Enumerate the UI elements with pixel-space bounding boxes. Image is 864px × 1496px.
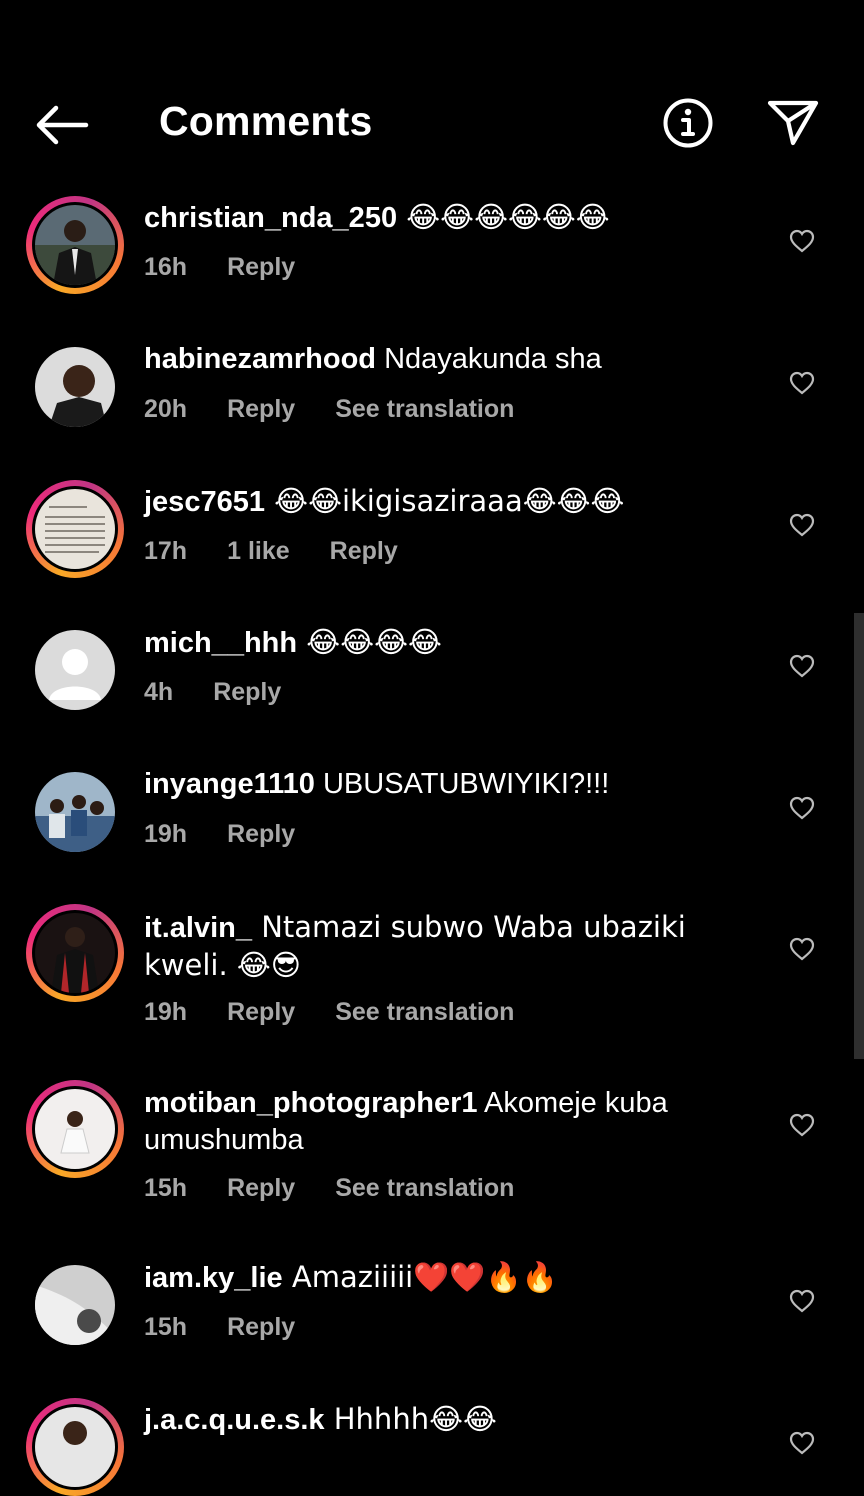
comment-username[interactable]: iam.ky_lie [144,1262,283,1294]
comment-text: Ndayakunda sha [376,343,602,375]
comment-text: Hhhhh😂😂 [324,1402,497,1436]
like-heart-icon[interactable] [789,937,815,961]
avatar [35,205,115,285]
avatar[interactable] [35,347,115,427]
like-heart-icon[interactable] [789,1113,815,1137]
comment-username[interactable]: mich__hhh [144,627,297,659]
reply-button[interactable]: Reply [227,395,295,423]
comment-username[interactable]: habinezamrhood [144,343,376,375]
like-heart-icon[interactable] [789,513,815,537]
comment-username[interactable]: jesc7651 [144,486,265,518]
reply-button[interactable]: Reply [227,253,295,281]
comment-time: 17h [144,537,188,565]
comment-time: 4h [144,678,174,706]
see-translation-button[interactable]: See translation [335,998,514,1026]
comment-time: 15h [144,1313,188,1341]
comment-text: 😂😂😂😂😂😂 [397,200,610,234]
comment-time: 20h [144,395,188,423]
reply-button[interactable]: Reply [227,998,295,1026]
avatar [35,1089,115,1169]
avatar [35,489,115,569]
avatar-story-ring[interactable] [26,480,124,578]
comment-text: 😂😂ikigisaziraaa😂😂😂 [264,484,625,518]
avatar [35,913,115,993]
like-heart-icon[interactable] [789,796,815,820]
reply-button[interactable]: Reply [227,1313,295,1341]
top-bar: Comments [0,70,864,180]
comment-text: 😂😂😂😂 [297,625,442,659]
like-heart-icon[interactable] [789,229,815,253]
like-heart-icon[interactable] [789,654,815,678]
comment-username[interactable]: it.alvin_ [144,912,252,944]
avatar[interactable] [35,1265,115,1345]
like-heart-icon[interactable] [789,1289,815,1313]
comment-time: 15h [144,1174,188,1202]
like-heart-icon[interactable] [789,1431,815,1455]
comment-username[interactable]: christian_nda_250 [144,202,397,234]
avatar-story-ring[interactable] [26,904,124,1002]
see-translation-button[interactable]: See translation [335,1174,514,1202]
comment-text: UBUSATUBWIYIKI?!!! [314,768,610,800]
avatar[interactable] [35,772,115,852]
back-arrow-icon[interactable] [30,100,92,150]
reply-button[interactable]: Reply [213,678,281,706]
default-avatar-icon[interactable] [35,630,115,710]
reply-button[interactable]: Reply [227,820,295,848]
see-translation-button[interactable]: See translation [335,395,514,423]
comment-time: 19h [144,998,188,1026]
reply-button[interactable]: Reply [330,537,398,565]
like-count[interactable]: 1 like [227,537,290,565]
like-heart-icon[interactable] [789,371,815,395]
comment-text: Amaziiiii❤️❤️🔥🔥 [282,1260,558,1294]
avatar-story-ring[interactable] [26,1398,124,1496]
avatar [35,1407,115,1487]
info-icon[interactable] [662,97,714,149]
comment-username[interactable]: j.a.c.q.u.e.s.k [144,1404,325,1436]
scrollbar[interactable] [854,613,864,1059]
comment-time: 19h [144,820,188,848]
page-title: Comments [159,98,373,144]
share-paper-plane-icon[interactable] [766,98,820,148]
avatar-story-ring[interactable] [26,1080,124,1178]
reply-button[interactable]: Reply [227,1174,295,1202]
comment-username[interactable]: motiban_photographer1 [144,1087,478,1119]
comment-time: 16h [144,253,188,281]
comment-username[interactable]: inyange1110 [144,768,315,800]
avatar-story-ring[interactable] [26,196,124,294]
